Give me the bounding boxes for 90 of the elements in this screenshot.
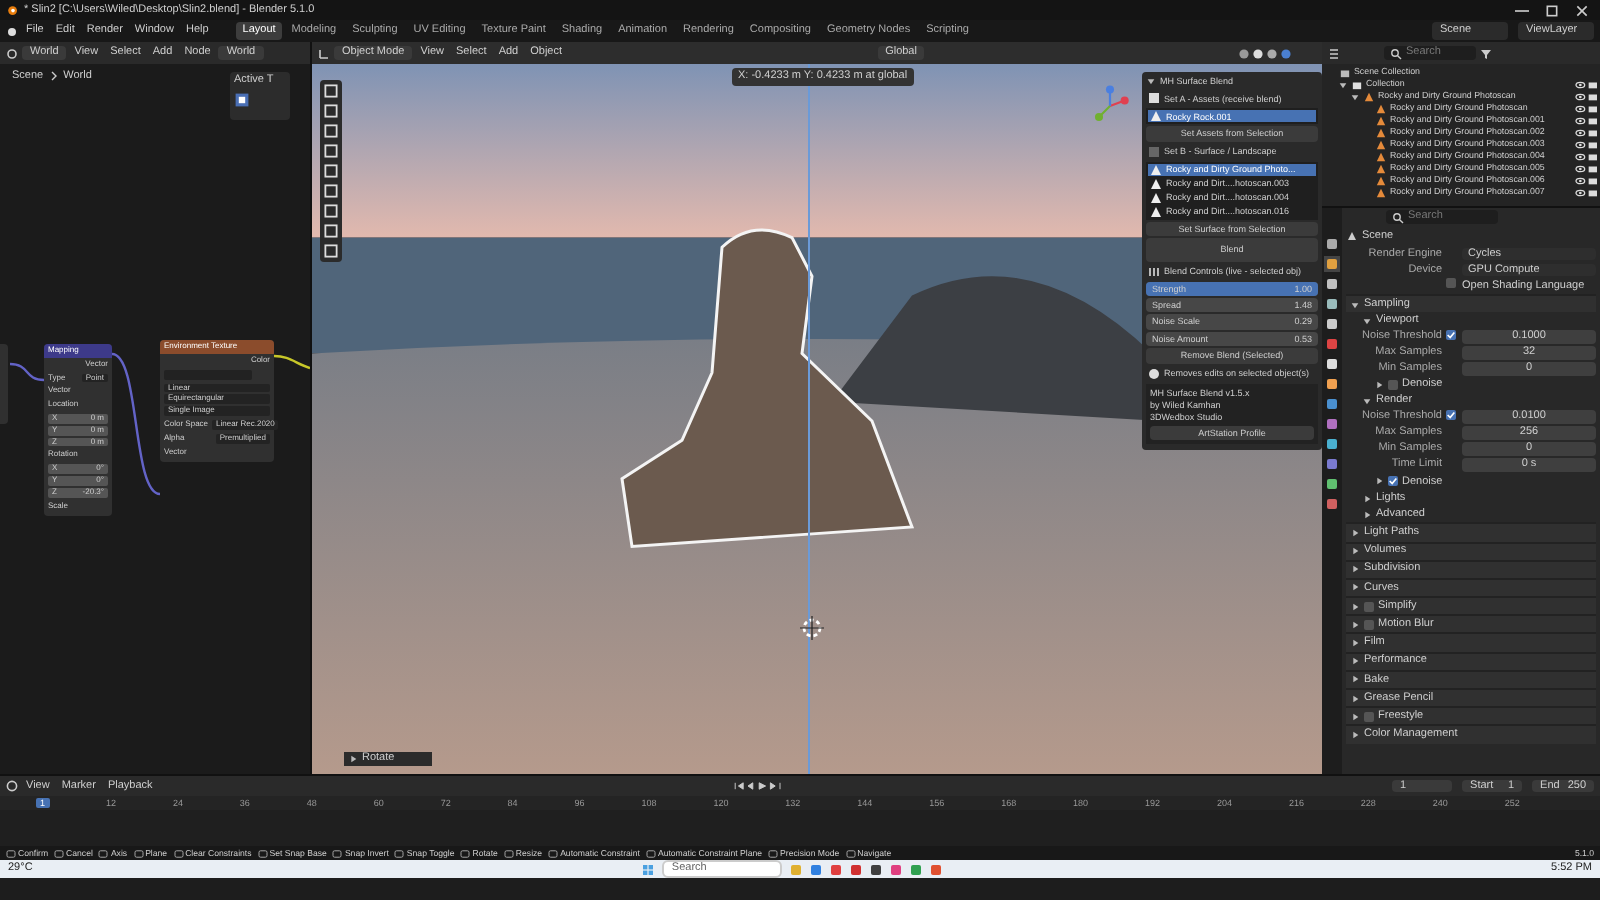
node-link [273,354,310,370]
checkbox[interactable] [1388,476,1398,487]
render-icon[interactable] [1324,256,1340,272]
collapsed-arrow-icon[interactable] [1362,493,1372,504]
key-icon [332,849,343,857]
key-icon [548,849,559,857]
key-icon [257,849,268,857]
clock-icon[interactable] [6,780,18,792]
checkbox[interactable] [1446,278,1456,289]
scene-icon[interactable] [1324,316,1340,332]
collapsed-arrow-icon[interactable] [1350,674,1360,685]
checkbox[interactable] [1446,409,1456,420]
modifier-icon[interactable] [1324,396,1340,412]
collapsed-arrow-icon[interactable] [1374,476,1384,487]
collapsed-arrow-icon[interactable] [1350,656,1360,667]
checkbox[interactable] [1446,329,1456,340]
collapsed-arrow-icon[interactable] [1350,546,1360,557]
collapsed-arrow-icon[interactable] [1350,711,1360,722]
visibility-icon[interactable] [1574,79,1600,89]
scene-icon [1346,230,1358,242]
view-layer-icon[interactable] [1324,296,1340,312]
key-icon [503,849,514,857]
material-icon[interactable] [1324,496,1340,512]
visibility-icon[interactable] [1574,91,1600,101]
physics-icon[interactable] [1324,436,1340,452]
expanded-arrow-icon[interactable] [1146,76,1156,87]
checkbox[interactable] [1364,711,1374,722]
square-icon [1148,92,1160,105]
key-icon [460,849,471,857]
output-icon[interactable] [1324,276,1340,292]
collapsed-arrow-icon[interactable] [1350,564,1360,575]
key-icon [173,849,184,857]
outliner-icon[interactable] [1328,47,1340,59]
collapsed-arrow-icon[interactable] [1362,509,1372,520]
checkbox[interactable] [1388,379,1398,390]
square-icon [1148,145,1160,158]
checkbox[interactable] [1364,619,1374,630]
filter-icon[interactable] [1480,47,1492,59]
object-icon[interactable] [1324,376,1340,392]
collapsed-arrow-icon[interactable] [1350,619,1360,630]
key-icon [6,849,16,857]
visibility-icon[interactable] [1574,139,1600,149]
world-icon[interactable] [1324,336,1340,352]
key-icon [645,849,656,857]
expanded-arrow-icon[interactable] [1362,315,1372,326]
visibility-icon[interactable] [1574,115,1600,125]
particles-icon[interactable] [1324,416,1340,432]
key-icon [768,849,779,857]
collapsed-arrow-icon[interactable] [1374,379,1384,390]
checkbox[interactable] [1364,601,1374,612]
constraints-icon[interactable] [1324,456,1340,472]
select-box-icon[interactable] [322,82,340,100]
mesh-icon [1150,110,1162,123]
expanded-arrow-icon[interactable] [1338,79,1348,89]
expanded-arrow-icon[interactable] [1350,91,1360,101]
tool-icon[interactable] [1324,236,1340,252]
visibility-icon[interactable] [1574,187,1600,197]
visibility-icon[interactable] [1574,163,1600,173]
node-editor-icon[interactable] [6,47,18,59]
visibility-icon[interactable] [1574,103,1600,113]
collapsed-arrow-icon[interactable] [1350,601,1360,612]
3d-cursor-icon [800,616,824,640]
info-icon [1148,367,1160,380]
collapsed-arrow-icon [348,753,358,764]
collapsed-arrow-icon[interactable] [1350,582,1360,593]
expanded-arrow-icon[interactable] [1362,396,1372,407]
node-link [9,362,45,382]
search-icon [1392,211,1404,223]
axes-icon[interactable] [318,47,330,59]
chevron-right-icon [47,70,60,83]
sliders-icon [1148,265,1160,278]
visibility-icon[interactable] [1574,175,1600,185]
timeline-track[interactable] [0,810,1600,846]
expanded-arrow-icon[interactable] [1350,299,1360,310]
windows-start-icon[interactable] [641,863,654,875]
data-icon[interactable] [1324,476,1340,492]
collection-icon[interactable] [1324,356,1340,372]
visibility-icon[interactable] [1574,127,1600,137]
visibility-icon[interactable] [1574,151,1600,161]
select-tool-icon[interactable] [234,91,250,108]
key-icon [54,849,65,857]
collapsed-arrow-icon[interactable] [1350,638,1360,649]
key-icon [98,849,109,857]
collapsed-arrow-icon[interactable] [1350,693,1360,704]
key-icon [133,849,144,857]
search-icon [1390,47,1402,59]
key-icon [845,849,856,857]
collapsed-arrow-icon[interactable] [1350,527,1360,538]
key-icon [394,849,405,857]
collapsed-arrow-icon[interactable] [1350,729,1360,740]
